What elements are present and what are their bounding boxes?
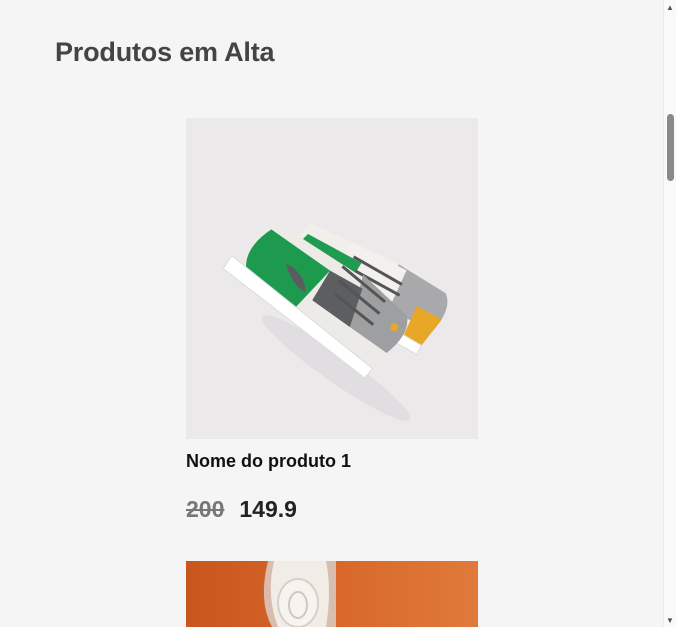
product-image[interactable] <box>186 561 478 627</box>
product-name[interactable]: Nome do produto 1 <box>186 451 478 473</box>
vertical-scrollbar[interactable]: ▲ ▼ <box>663 0 676 627</box>
product-card[interactable]: Nome do produto 1 200 149.9 <box>186 118 478 523</box>
sneaker-image <box>186 561 478 627</box>
page-viewport: Produtos em Alta Nome do produto 1 200 1… <box>0 0 676 627</box>
arrow-up-icon[interactable]: ▲ <box>664 0 676 14</box>
arrow-down-icon[interactable]: ▼ <box>664 613 676 627</box>
sneaker-image <box>186 118 478 439</box>
product-image[interactable] <box>186 118 478 439</box>
original-price: 200 <box>186 495 225 522</box>
product-card[interactable] <box>186 561 478 627</box>
scrollbar-thumb[interactable] <box>667 114 674 181</box>
trending-products-section: Produtos em Alta Nome do produto 1 200 1… <box>0 0 664 627</box>
sale-price: 149.9 <box>239 495 297 522</box>
section-title: Produtos em Alta <box>55 37 275 67</box>
price-row: 200 149.9 <box>186 496 478 523</box>
